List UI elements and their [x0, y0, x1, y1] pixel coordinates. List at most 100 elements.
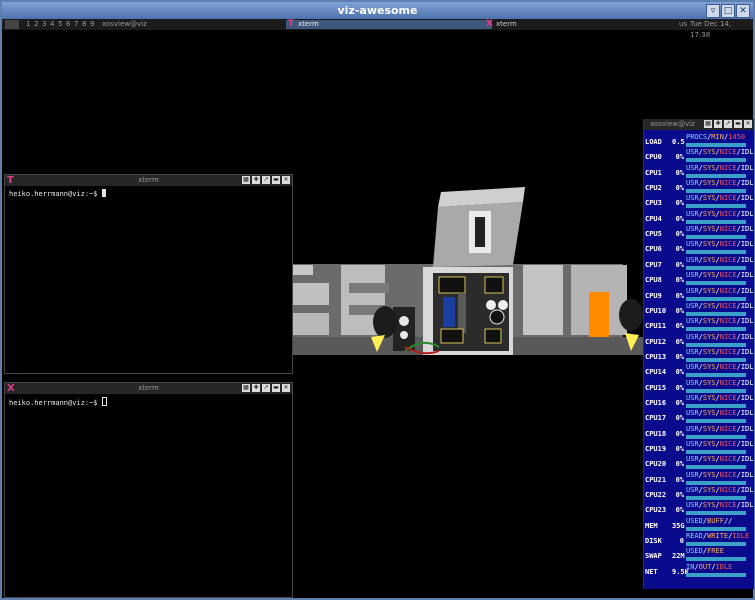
meter-value: 0% [675, 168, 684, 177]
tag-6[interactable]: 6 [66, 19, 70, 30]
tag-1[interactable]: 1 [26, 19, 30, 30]
meter-bar [686, 373, 746, 378]
meter-legend: USR/SYS/NICE/IDL [686, 301, 754, 310]
legend-item: NICE [719, 378, 737, 387]
maximize-icon[interactable]: ▬ [734, 120, 742, 128]
meter-bar [686, 511, 746, 516]
meter-name: CPU8 [645, 276, 662, 285]
meter-name: CPU6 [645, 245, 662, 254]
maximize-icon[interactable]: ▬ [272, 176, 280, 184]
tag-7[interactable]: 7 [74, 19, 78, 30]
meter-legend: USR/SYS/NICE/IDL [686, 225, 754, 234]
xterm-titlebar[interactable]: X xterm ▦ ✚ ↗ ▬ ✕ [5, 383, 292, 394]
minimize-button[interactable]: ▿ [706, 4, 720, 18]
meter-cpu10: CPU10 0% USR/SYS/NICE/IDL [644, 301, 754, 318]
meter-bar [686, 357, 746, 362]
legend-item: NICE [719, 179, 737, 188]
maximize-button[interactable]: □ [721, 4, 735, 18]
meter-legend: USR/SYS/NICE/IDL [686, 255, 754, 264]
xterm-window-1[interactable]: T xterm ▦ ✚ ↗ ▬ ✕ heiko.herrmann@viz:~$ [4, 174, 293, 374]
legend-item: NICE [719, 301, 737, 310]
meter-name: CPU12 [645, 337, 667, 346]
legend-item: IDL [740, 347, 754, 356]
legend-item: USR [686, 209, 699, 218]
meter-legend: USR/SYS/NICE/IDL [686, 271, 754, 280]
meter-name: CPU1 [645, 168, 662, 177]
ontop-toggle-icon[interactable]: ↗ [724, 120, 732, 128]
legend-item: USR [686, 501, 699, 510]
floating-toggle-icon[interactable]: ▦ [704, 120, 712, 128]
xterm-titlebar[interactable]: T xterm ▦ ✚ ↗ ▬ ✕ [5, 175, 292, 186]
legend-item: SYS [702, 163, 716, 172]
maximize-icon[interactable]: ▬ [272, 384, 280, 392]
meter-legend: USR/SYS/NICE/IDL [686, 286, 754, 295]
meter-cpu3: CPU3 0% USR/SYS/NICE/IDL [644, 194, 754, 210]
meter-name: CPU17 [645, 414, 667, 423]
meter-value: 0% [675, 460, 684, 469]
meter-value: 0% [675, 276, 684, 285]
legend-item: USR [686, 163, 699, 172]
xterm-window-2[interactable]: X xterm ▦ ✚ ↗ ▬ ✕ heiko.herrmann@viz:~$ [4, 382, 293, 598]
meter-cpu12: CPU12 0% USR/SYS/NICE/IDL [644, 332, 754, 349]
legend-item: OUT [698, 562, 712, 571]
text-cursor [101, 397, 107, 406]
ontop-toggle-icon[interactable]: ↗ [262, 176, 270, 184]
meter-name: CPU9 [645, 291, 662, 300]
close-icon[interactable]: ✕ [744, 120, 752, 128]
legend-item: USED [686, 516, 703, 525]
close-icon[interactable]: ✕ [282, 176, 290, 184]
close-button[interactable]: ✕ [736, 4, 750, 18]
legend-item: IDL [740, 332, 754, 341]
legend-item: USR [686, 301, 699, 310]
sticky-toggle-icon[interactable]: ✚ [252, 384, 260, 392]
terminal-output[interactable]: heiko.herrmann@viz:~$ [5, 186, 292, 201]
awesome-wibox: 1 2 3 4 5 6 7 8 9 xosview@viz T xterm X … [2, 19, 753, 39]
xosview-titlebar[interactable]: xosview@viz ▦ ✚ ↗ ▬ ✕ [644, 119, 754, 130]
meter-legend: USR/SYS/NICE/IDL [686, 148, 754, 157]
meter-value: 0% [675, 398, 684, 407]
window-titlebar[interactable]: viz-awesome ▿ □ ✕ [2, 2, 753, 19]
task-xterm-1[interactable]: T xterm [286, 20, 492, 29]
meter-legend: USR/SYS/NICE/IDL [686, 209, 754, 218]
meter-name: CPU13 [645, 352, 667, 361]
tile-layout-icon[interactable] [5, 20, 19, 29]
tag-4[interactable]: 4 [50, 19, 54, 30]
meter-legend: USED/FREE [686, 547, 724, 556]
legend-item: USR [686, 255, 699, 264]
tag-9[interactable]: 9 [90, 19, 94, 30]
sticky-toggle-icon[interactable]: ✚ [714, 120, 722, 128]
meter-cpu1: CPU1 0% USR/SYS/NICE/IDL [644, 163, 754, 180]
sticky-toggle-icon[interactable]: ✚ [252, 176, 260, 184]
meter-legend: USR/SYS/NICE/IDL [686, 440, 754, 448]
xosview-window[interactable]: xosview@viz ▦ ✚ ↗ ▬ ✕ LOAD 0.5 PROCS/MIN/1… [643, 119, 754, 589]
task-xosview[interactable]: xosview@viz [102, 19, 147, 30]
application-window: viz-awesome ▿ □ ✕ 1 2 3 4 5 6 7 8 9 xosv… [0, 0, 755, 600]
tag-5[interactable]: 5 [58, 19, 62, 30]
meter-legend: USR/SYS/NICE/IDL [686, 470, 754, 479]
meter-cpu5: CPU5 0% USR/SYS/NICE/IDL [644, 225, 754, 241]
tag-3[interactable]: 3 [42, 19, 46, 30]
legend-item: IDL [740, 455, 754, 464]
legend-item: IDL [740, 486, 754, 495]
floating-toggle-icon[interactable]: ▦ [242, 176, 250, 184]
legend-item: NICE [719, 409, 737, 418]
floating-toggle-icon[interactable]: ▦ [242, 384, 250, 392]
legend-item: IDL [740, 440, 754, 448]
ontop-toggle-icon[interactable]: ↗ [262, 384, 270, 392]
meter-value: 0% [675, 506, 684, 515]
window-title: viz-awesome [337, 4, 418, 17]
meter-legend: USR/SYS/NICE/IDL [686, 378, 754, 387]
meter-legend: PROCS/MIN/1450 [686, 133, 746, 141]
legend-item: USR [686, 347, 699, 356]
tag-8[interactable]: 8 [82, 19, 86, 30]
meter-name: CPU20 [645, 460, 667, 469]
meter-bar [686, 204, 746, 209]
meter-name: CPU3 [645, 199, 662, 208]
terminal-output[interactable]: heiko.herrmann@viz:~$ [5, 394, 292, 410]
task-xterm-2[interactable]: X xterm [484, 20, 686, 29]
meter-name: CPU7 [645, 260, 662, 269]
tag-2[interactable]: 2 [34, 19, 38, 30]
close-icon[interactable]: ✕ [282, 384, 290, 392]
xterm-tux-icon: T [7, 175, 14, 186]
keyboard-layout[interactable]: us [679, 19, 687, 30]
